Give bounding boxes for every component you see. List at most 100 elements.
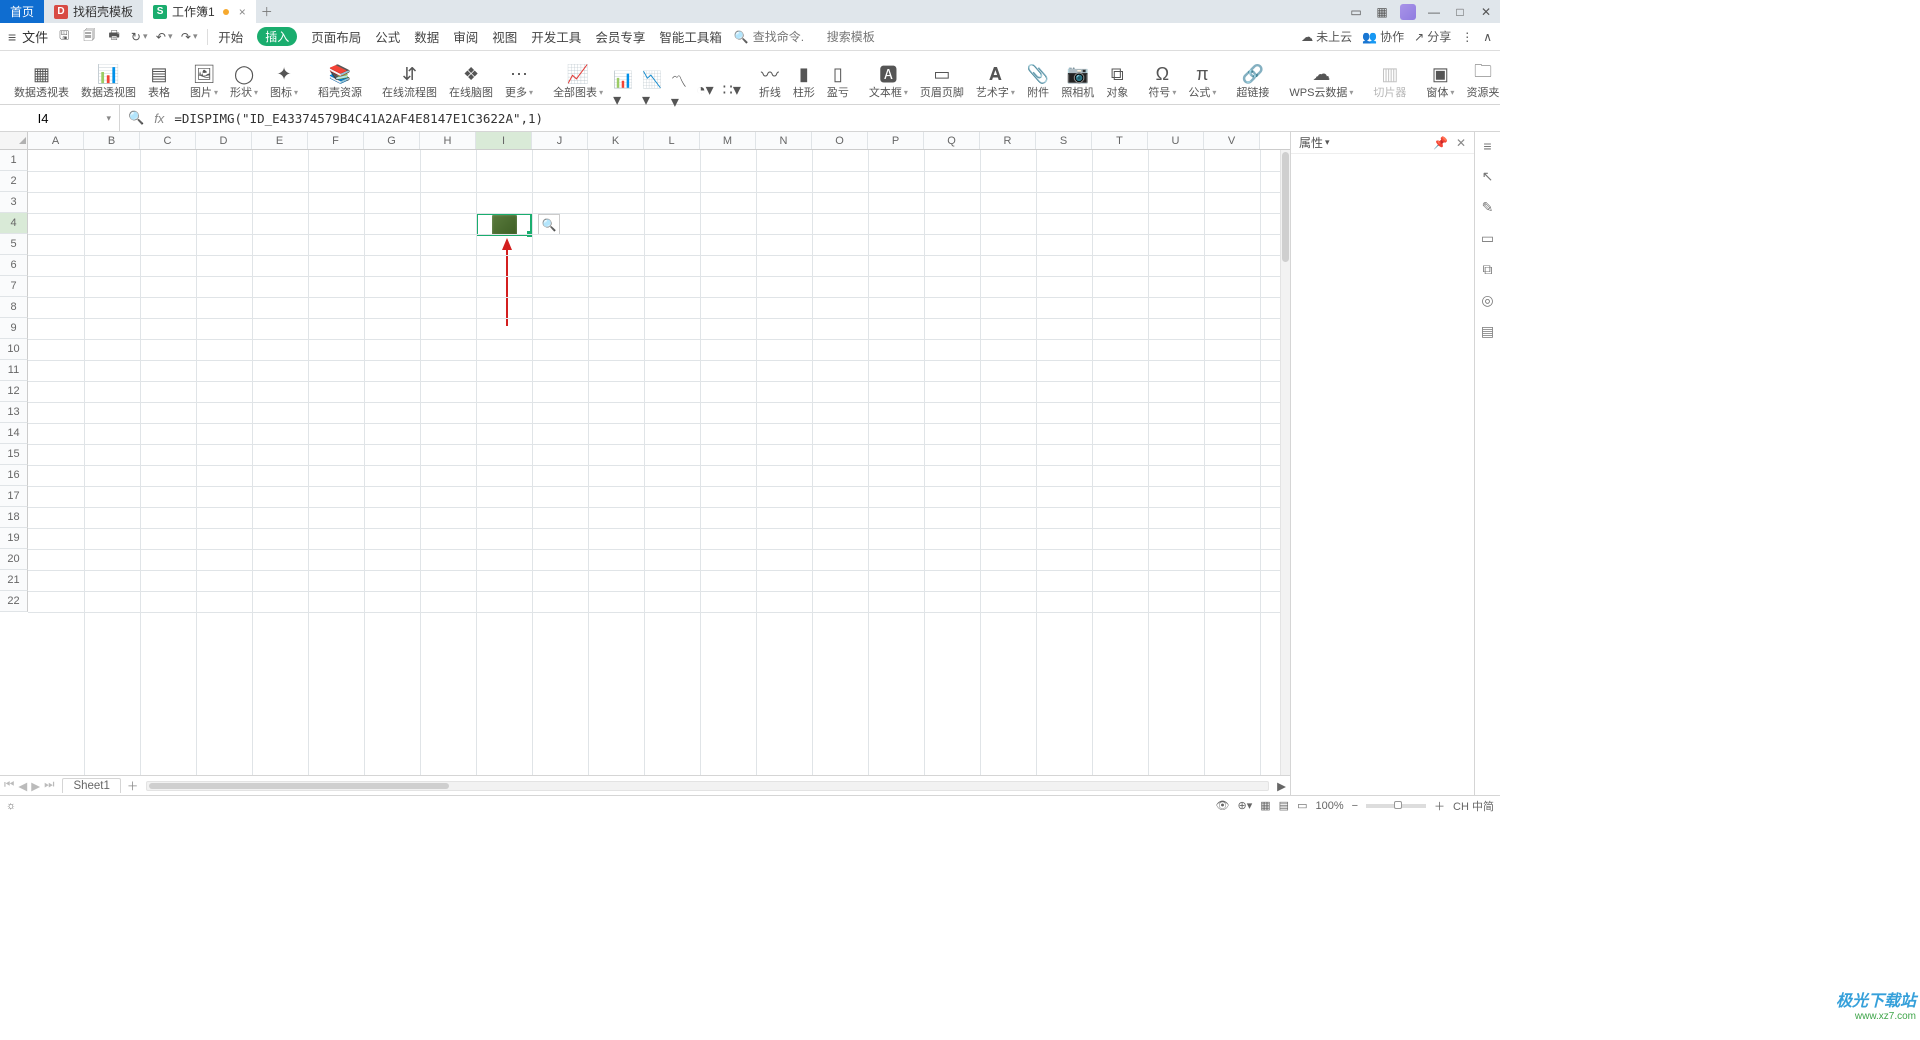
row-header-12[interactable]: 12 xyxy=(0,381,28,402)
ribbon-shapes[interactable]: ◯形状 xyxy=(224,64,264,104)
col-header-K[interactable]: K xyxy=(588,132,644,149)
rail-book-icon[interactable]: ▤ xyxy=(1481,323,1494,340)
vertical-scroll-thumb[interactable] xyxy=(1282,152,1289,262)
select-all-corner[interactable] xyxy=(0,132,28,149)
col-header-Q[interactable]: Q xyxy=(924,132,980,149)
ribbon-form[interactable]: ▣窗体 xyxy=(1420,64,1460,104)
ribbon-pivot-chart[interactable]: 📊数据透视图 xyxy=(75,64,142,104)
ribbon-hyperlink[interactable]: 🔗超链接 xyxy=(1230,64,1275,104)
close-tab-icon[interactable]: × xyxy=(239,5,246,19)
col-header-V[interactable]: V xyxy=(1204,132,1260,149)
ribbon-mindmap[interactable]: ❖在线脑图 xyxy=(443,64,499,104)
collapse-ribbon-icon[interactable]: ∧ xyxy=(1483,30,1492,44)
chart-area-icon[interactable]: 〽▾ xyxy=(667,80,691,104)
image-zoom-button[interactable]: 🔍 xyxy=(538,214,560,235)
chart-scatter-icon[interactable]: ∷▾ xyxy=(719,80,745,104)
row-header-21[interactable]: 21 xyxy=(0,570,28,591)
new-tab-button[interactable]: ＋ xyxy=(256,0,278,23)
file-menu[interactable]: 文件 xyxy=(22,27,48,46)
close-panel-icon[interactable]: ✕ xyxy=(1456,136,1466,150)
row-header-6[interactable]: 6 xyxy=(0,255,28,276)
undo-icon[interactable]: ↶ xyxy=(156,30,172,44)
ribbon-sparkline-column[interactable]: ▮柱形 xyxy=(787,64,821,104)
menu-start[interactable]: 开始 xyxy=(218,27,243,46)
menu-view[interactable]: 视图 xyxy=(492,27,517,46)
ribbon-textbox[interactable]: 🅰文本框 xyxy=(863,64,914,104)
col-header-F[interactable]: F xyxy=(308,132,364,149)
menu-member[interactable]: 会员专享 xyxy=(595,27,645,46)
layout-icon[interactable]: ▭ xyxy=(1348,4,1364,20)
col-header-T[interactable]: T xyxy=(1092,132,1148,149)
print-preview-icon[interactable]: ↻ xyxy=(131,30,147,44)
add-sheet-button[interactable]: ＋ xyxy=(127,778,139,794)
sheet-last-icon[interactable]: ⏭ xyxy=(44,779,54,793)
ribbon-table[interactable]: ▤表格 xyxy=(142,64,176,104)
search-command-input[interactable] xyxy=(753,30,823,44)
row-header-22[interactable]: 22 xyxy=(0,591,28,612)
menu-dev-tools[interactable]: 开发工具 xyxy=(531,27,581,46)
tab-document[interactable]: S 工作簿1 × xyxy=(143,0,256,23)
rail-link-icon[interactable]: ⧉ xyxy=(1483,261,1493,278)
ribbon-attachment[interactable]: 📎附件 xyxy=(1021,64,1055,104)
eye-icon[interactable]: 👁 xyxy=(1216,799,1230,812)
col-header-N[interactable]: N xyxy=(756,132,812,149)
ribbon-resources[interactable]: 📚稻壳资源 xyxy=(312,64,368,104)
share-button[interactable]: ↗分享 xyxy=(1414,28,1451,45)
assistant-icon[interactable] xyxy=(1400,4,1416,20)
zoom-out-icon[interactable]: − xyxy=(1352,800,1358,812)
col-header-P[interactable]: P xyxy=(868,132,924,149)
hamburger-icon[interactable]: ≡ xyxy=(8,29,16,45)
view-breaks-icon[interactable]: ▭ xyxy=(1297,799,1307,812)
search-template-input[interactable] xyxy=(827,30,897,44)
zoom-slider[interactable] xyxy=(1366,804,1426,808)
cloud-status[interactable]: ☁未上云 xyxy=(1301,28,1352,45)
cells-canvas[interactable]: 🔍 xyxy=(28,150,1290,775)
ribbon-equation[interactable]: π公式 xyxy=(1182,64,1222,104)
ribbon-icons[interactable]: ✦图标 xyxy=(264,64,304,104)
status-help-icon[interactable]: ☼ xyxy=(6,800,16,812)
menu-review[interactable]: 审阅 xyxy=(453,27,478,46)
row-header-17[interactable]: 17 xyxy=(0,486,28,507)
ribbon-asset-folder[interactable]: 🗀资源夹 xyxy=(1460,64,1505,104)
chart-pie-icon[interactable]: ◔▾ xyxy=(692,80,718,104)
row-header-14[interactable]: 14 xyxy=(0,423,28,444)
menu-insert-active[interactable]: 插入 xyxy=(257,27,297,46)
col-header-A[interactable]: A xyxy=(28,132,84,149)
name-box[interactable]: ▾ xyxy=(0,105,120,131)
col-header-O[interactable]: O xyxy=(812,132,868,149)
collab-button[interactable]: 👥协作 xyxy=(1362,28,1404,45)
close-icon[interactable]: ✕ xyxy=(1478,4,1494,20)
chevron-down-icon[interactable]: ▾ xyxy=(106,113,111,124)
more-icon[interactable]: ⋮ xyxy=(1461,30,1473,44)
rail-style-icon[interactable]: ✎ xyxy=(1482,199,1494,216)
col-header-H[interactable]: H xyxy=(420,132,476,149)
ribbon-camera[interactable]: 📷照相机 xyxy=(1055,64,1100,104)
tab-templates[interactable]: D 找稻壳模板 xyxy=(44,0,143,23)
command-search[interactable]: 🔍 xyxy=(734,30,897,44)
ribbon-more[interactable]: ⋯更多 xyxy=(499,64,539,104)
rail-select-icon[interactable]: ↖ xyxy=(1482,168,1494,185)
row-header-8[interactable]: 8 xyxy=(0,297,28,318)
menu-formulas[interactable]: 公式 xyxy=(375,27,400,46)
ribbon-symbol[interactable]: Ω符号 xyxy=(1142,64,1182,104)
col-header-S[interactable]: S xyxy=(1036,132,1092,149)
row-header-20[interactable]: 20 xyxy=(0,549,28,570)
row-header-18[interactable]: 18 xyxy=(0,507,28,528)
name-box-input[interactable] xyxy=(8,111,78,126)
chart-line-icon[interactable]: 📉▾ xyxy=(638,80,666,104)
scroll-right-icon[interactable]: ▶ xyxy=(1277,779,1286,793)
row-header-19[interactable]: 19 xyxy=(0,528,28,549)
ribbon-sparkline-winloss[interactable]: ▯盈亏 xyxy=(821,64,855,104)
ribbon-header-footer[interactable]: ▭页眉页脚 xyxy=(914,64,970,104)
zoom-in-icon[interactable]: ＋ xyxy=(1434,798,1445,814)
zoom-level[interactable]: 100% xyxy=(1315,800,1343,812)
rail-layout-icon[interactable]: ▭ xyxy=(1481,230,1494,247)
col-header-J[interactable]: J xyxy=(532,132,588,149)
sheet-first-icon[interactable]: ⏮ xyxy=(4,779,14,793)
ribbon-wordart[interactable]: 𝐀艺术字 xyxy=(970,64,1021,104)
ribbon-cloud-data[interactable]: ☁WPS云数据 xyxy=(1283,64,1359,104)
row-header-9[interactable]: 9 xyxy=(0,318,28,339)
row-header-2[interactable]: 2 xyxy=(0,171,28,192)
chart-bar-icon[interactable]: 📊▾ xyxy=(609,80,637,104)
ribbon-all-charts[interactable]: 📈全部图表 xyxy=(547,64,609,104)
